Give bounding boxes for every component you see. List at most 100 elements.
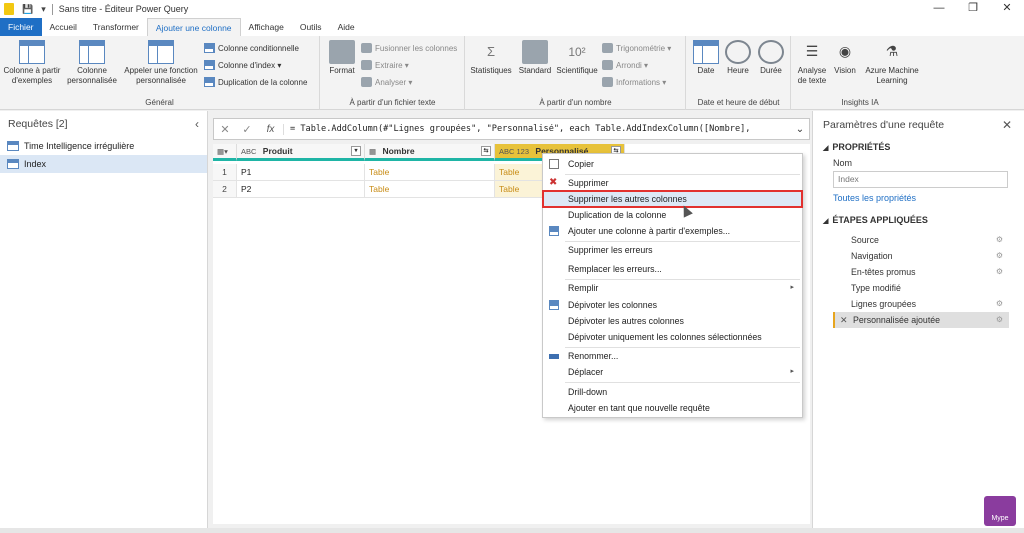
menu-item-remplir[interactable]: Remplir ▸ [543, 280, 802, 296]
menu-item-depivoter-selection[interactable]: Dépivoter uniquement les colonnes sélect… [543, 329, 802, 345]
parse-button[interactable]: Analyser ▾ [361, 75, 412, 89]
query-settings-panel: Paramètres d'une requête ✕ ◢ PROPRIÉTÉS N… [812, 111, 1024, 528]
close-window-icon[interactable]: ✕ [990, 0, 1024, 18]
cell-nombre[interactable]: Table [365, 164, 495, 181]
collapse-triangle-icon: ◢ [823, 218, 829, 225]
duplicate-column-icon [204, 77, 215, 87]
tab-transformer[interactable]: Transformer [85, 18, 147, 36]
information-button[interactable]: Informations ▾ [602, 75, 666, 89]
row-number: 2 [213, 181, 237, 198]
menu-item-depivoter-colonnes[interactable]: Dépivoter les colonnes [543, 297, 802, 313]
standard-button[interactable]: Standard [516, 40, 554, 76]
menu-item-supprimer[interactable]: ✖ Supprimer [543, 175, 802, 191]
power-bi-icon [4, 3, 14, 15]
standard-ops-icon [522, 40, 548, 64]
azure-ml-button[interactable]: ⚗ Azure Machine Learning [862, 40, 922, 86]
menu-item-supprimer-autres-colonnes[interactable]: Supprimer les autres colonnes [542, 190, 803, 208]
stopwatch-icon [758, 40, 784, 64]
rounding-button[interactable]: Arrondi ▾ [602, 58, 648, 72]
menu-item-copier[interactable]: Copier [543, 156, 802, 172]
menu-item-supprimer-erreurs[interactable]: Supprimer les erreurs [543, 242, 802, 258]
minimize-icon[interactable]: — [922, 0, 956, 18]
date-button[interactable]: Date [691, 40, 721, 76]
cell-produit[interactable]: P1 [237, 164, 365, 181]
table-menu-corner[interactable]: ▦▾ [213, 144, 237, 161]
query-item-index[interactable]: Index [0, 155, 207, 173]
tab-fichier[interactable]: Fichier [0, 18, 42, 36]
menu-item-depivoter-autres[interactable]: Dépivoter les autres colonnes [543, 313, 802, 329]
collapse-chevron-icon[interactable]: ‹ [195, 111, 199, 137]
custom-column-button[interactable]: Colonne personnalisée [64, 40, 120, 86]
statistics-button[interactable]: Σ Statistiques [468, 40, 514, 76]
properties-section-title[interactable]: ◢ PROPRIÉTÉS [813, 139, 1024, 155]
restore-icon[interactable]: ❐ [956, 0, 990, 18]
text-analytics-button[interactable]: ☰ Analyse de texte [794, 40, 830, 86]
column-header-produit[interactable]: ABC Produit ▾ [237, 144, 365, 161]
cell-nombre[interactable]: Table [365, 181, 495, 198]
gear-icon[interactable]: ⚙ [996, 264, 1003, 280]
vision-button[interactable]: ◉ Vision [830, 40, 860, 76]
gear-icon[interactable]: ⚙ [996, 248, 1003, 264]
commit-formula-icon[interactable]: ✓ [236, 123, 258, 136]
clock-icon [725, 40, 751, 64]
menu-item-deplacer[interactable]: Déplacer ▸ [543, 364, 802, 380]
group-date: Date Heure Durée Date et heure de début [687, 36, 791, 110]
menu-item-duplication-colonne[interactable]: Duplication de la colonne [543, 207, 802, 223]
applied-step-type-modifie[interactable]: Type modifié [833, 280, 1009, 296]
query-item-time-intelligence[interactable]: Time Intelligence irrégulière [0, 137, 207, 155]
cancel-formula-icon[interactable]: ✕ [214, 123, 236, 136]
group-ai: ☰ Analyse de texte ◉ Vision ⚗ Azure Mach… [792, 36, 928, 110]
menu-item-colonne-exemples[interactable]: Ajouter une colonne à partir d'exemples.… [543, 223, 802, 239]
column-header-nombre[interactable]: ▦ Nombre ⇆ [365, 144, 495, 161]
column-from-examples-button[interactable]: Colonne à partir d'exemples [2, 40, 62, 86]
format-icon [329, 40, 355, 64]
query-name-input[interactable]: Index [833, 171, 1008, 188]
info-icon [602, 77, 613, 87]
applied-step-entetes-promus[interactable]: En-têtes promus ⚙ [833, 264, 1009, 280]
extract-button[interactable]: Extraire ▾ [361, 58, 409, 72]
delete-step-icon[interactable]: ✕ [840, 312, 848, 328]
all-properties-link[interactable]: Toutes les propriétés [813, 188, 1024, 208]
expand-column-icon[interactable]: ⇆ [481, 146, 491, 156]
applied-steps-section-title[interactable]: ◢ ÉTAPES APPLIQUÉES [813, 212, 1024, 228]
submenu-arrow-icon: ▸ [790, 368, 794, 375]
queries-header: Requêtes [2] ‹ [0, 111, 207, 137]
duplicate-column-button[interactable]: Duplication de la colonne [204, 75, 307, 89]
filter-dropdown-icon[interactable]: ▾ [351, 146, 361, 156]
conditional-column-button[interactable]: Colonne conditionnelle [204, 41, 299, 55]
conditional-column-icon [204, 43, 215, 53]
close-panel-icon[interactable]: ✕ [1002, 111, 1012, 139]
scientific-button[interactable]: 10² Scientifique [554, 40, 600, 76]
cell-produit[interactable]: P2 [237, 181, 365, 198]
menu-item-nouvelle-requete[interactable]: Ajouter en tant que nouvelle requête [543, 400, 802, 416]
expand-formula-icon[interactable]: ⌄ [791, 124, 809, 135]
row-number: 1 [213, 164, 237, 181]
quick-access-dropdown-icon[interactable]: ▾ [41, 4, 46, 15]
tab-aide[interactable]: Aide [330, 18, 363, 36]
format-button[interactable]: Format [324, 40, 360, 76]
tab-outils[interactable]: Outils [292, 18, 330, 36]
tab-accueil[interactable]: Accueil [42, 18, 85, 36]
time-button[interactable]: Heure [723, 40, 753, 76]
merge-columns-button[interactable]: Fusionner les colonnes [361, 41, 457, 55]
tab-affichage[interactable]: Affichage [241, 18, 292, 36]
menu-item-drill-down[interactable]: Drill-down [543, 384, 802, 400]
invoke-function-button[interactable]: Appeler une fonction personnalisée [120, 40, 202, 86]
trigonometry-button[interactable]: Trigonométrie ▾ [602, 41, 671, 55]
gear-icon[interactable]: ⚙ [996, 296, 1003, 312]
applied-step-personnalisee-ajoutee[interactable]: ✕ Personnalisée ajoutée ⚙ [833, 312, 1009, 328]
formula-input[interactable]: = Table.AddColumn(#"Lignes groupées", "P… [284, 124, 791, 134]
applied-step-lignes-groupees[interactable]: Lignes groupées ⚙ [833, 296, 1009, 312]
column-examples-icon [19, 40, 45, 64]
tab-ajouter-colonne[interactable]: Ajouter une colonne [146, 18, 241, 36]
index-column-button[interactable]: Colonne d'index ▾ [204, 58, 281, 72]
gear-icon[interactable]: ⚙ [996, 312, 1003, 328]
menu-item-remplacer-erreurs[interactable]: Remplacer les erreurs... [543, 261, 802, 277]
applied-step-source[interactable]: Source ⚙ [833, 232, 1009, 248]
save-icon[interactable]: 💾 [22, 4, 33, 15]
applied-step-navigation[interactable]: Navigation ⚙ [833, 248, 1009, 264]
menu-item-renommer[interactable]: Renommer... [543, 348, 802, 364]
gear-icon[interactable]: ⚙ [996, 232, 1003, 248]
duration-button[interactable]: Durée [755, 40, 787, 76]
fx-icon[interactable]: fx [258, 123, 284, 135]
